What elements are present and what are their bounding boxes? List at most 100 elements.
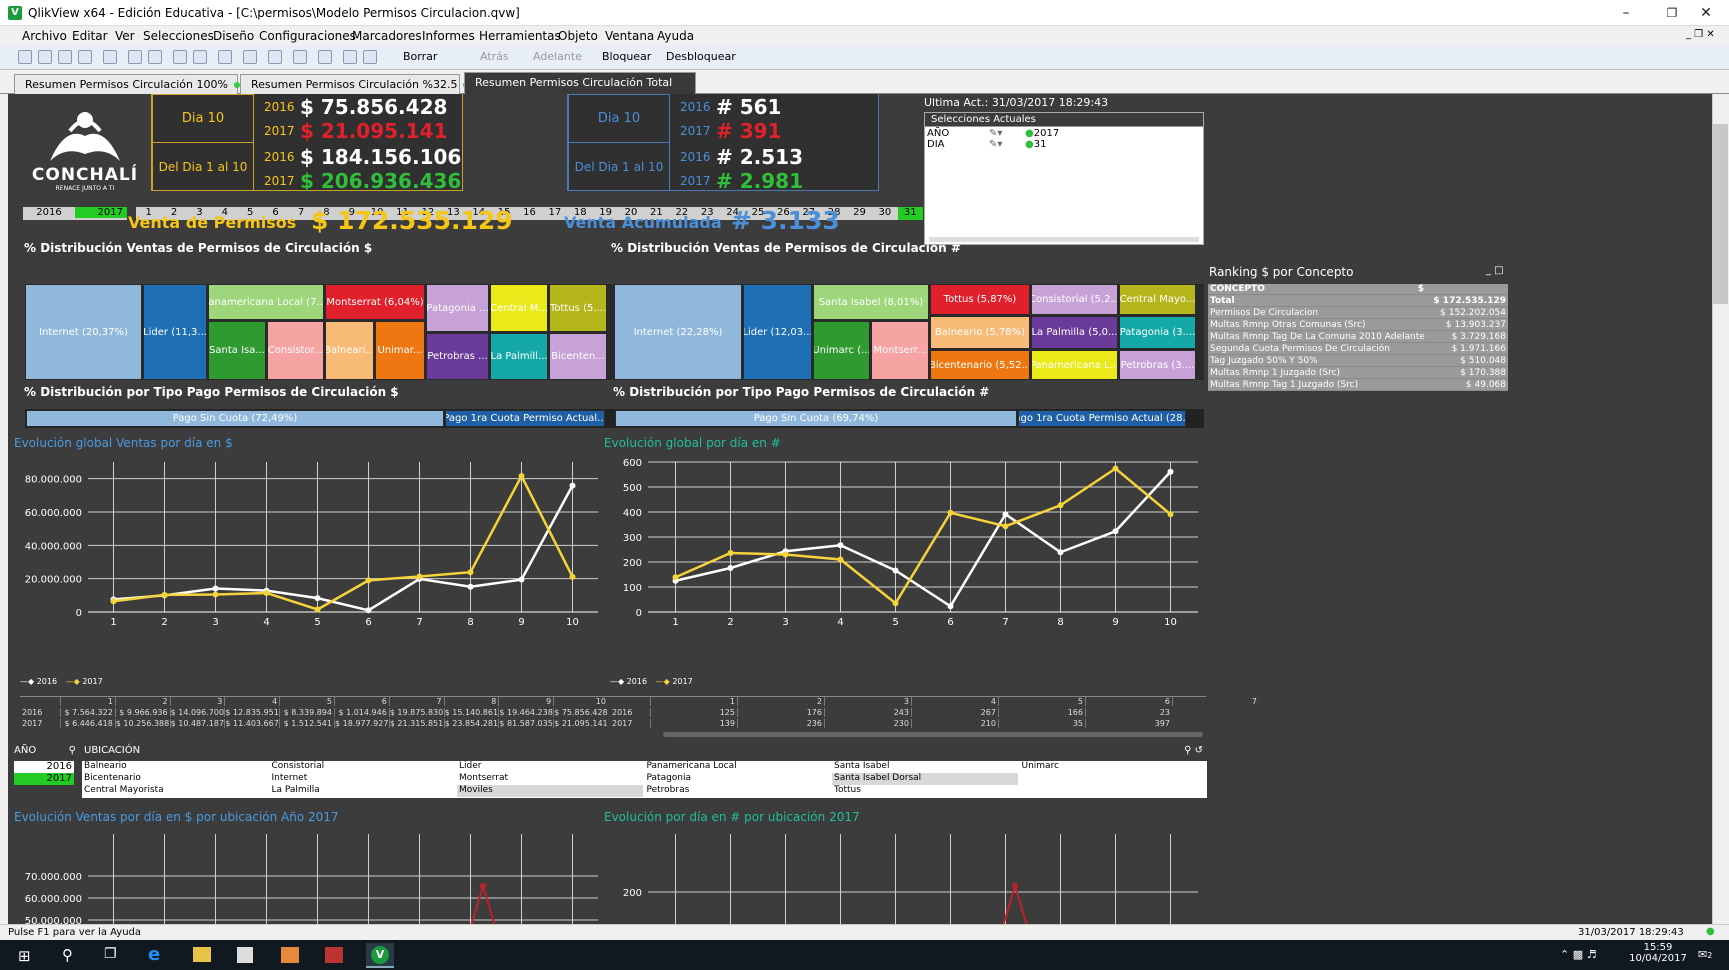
year-filter-2017[interactable]: 2017 xyxy=(75,207,127,218)
store-icon[interactable] xyxy=(237,947,253,963)
data-point[interactable] xyxy=(1112,465,1119,472)
year-filter-2016[interactable]: 2016 xyxy=(23,207,75,218)
treemap-cell[interactable]: Balneari... xyxy=(325,321,374,380)
menu-configuraciones[interactable]: Configuraciones xyxy=(259,29,356,43)
notification-center-icon[interactable]: ✉2 xyxy=(1698,948,1712,961)
treemap-cell[interactable]: Patagonia ... xyxy=(426,284,489,332)
search-icon[interactable]: ⚲ xyxy=(62,946,73,964)
treemap-cell[interactable]: Petrobras ... xyxy=(426,333,489,380)
ubicacion-item[interactable]: Central Mayorista xyxy=(82,785,268,797)
ubicacion-item[interactable]: Santa Isabel xyxy=(832,761,1018,773)
edge-browser-icon[interactable]: e xyxy=(148,944,160,965)
save-icon[interactable] xyxy=(78,50,92,64)
treemap-cell[interactable]: Santa Isabel (8,01%) xyxy=(813,284,929,320)
ubicacion-item[interactable]: Unimarc xyxy=(1020,761,1206,773)
data-point[interactable] xyxy=(727,550,734,556)
data-point[interactable] xyxy=(837,556,844,563)
data-point[interactable] xyxy=(837,542,844,549)
search-icon[interactable]: ⚲ xyxy=(69,745,76,756)
treemap-cell[interactable]: Montserr... xyxy=(871,321,929,380)
treemap-cell[interactable]: Internet (22,28%) xyxy=(614,284,742,380)
data-point[interactable] xyxy=(672,574,679,581)
windows-start-icon[interactable]: ⊞ xyxy=(18,947,31,965)
close-button[interactable]: ✕ xyxy=(1683,2,1729,24)
treemap-cell[interactable]: Panamericana Local (7.... xyxy=(208,284,324,320)
adelante-button[interactable]: Adelante xyxy=(533,50,582,63)
minimize-button[interactable]: – xyxy=(1603,2,1649,24)
menu-marcadores[interactable]: Marcadores xyxy=(352,29,422,43)
ubicacion-item[interactable]: Santa Isabel Dorsal xyxy=(832,773,1018,785)
outlook-icon[interactable] xyxy=(281,947,299,963)
table-scrollbar[interactable] xyxy=(663,732,1203,737)
context-help-icon[interactable] xyxy=(363,50,377,64)
qlikview-taskbar-button[interactable]: V xyxy=(366,943,394,968)
data-point[interactable] xyxy=(1057,549,1064,556)
ubicacion-item[interactable]: Lider xyxy=(457,761,643,773)
treemap-cell[interactable]: Tottus (5,87%) xyxy=(930,284,1030,315)
ubicacion-item[interactable]: Bicentenario xyxy=(82,773,268,785)
menu-objeto[interactable]: Objeto xyxy=(558,29,598,43)
treemap-cell[interactable]: Bicenten... xyxy=(549,333,607,380)
undo-icon[interactable] xyxy=(173,50,187,64)
menu-ventana[interactable]: Ventana xyxy=(605,29,654,43)
atras-button[interactable]: Atrás xyxy=(480,50,509,63)
search-icon[interactable]: ⚲ ↺ xyxy=(1184,745,1203,756)
open-icon[interactable] xyxy=(38,50,52,64)
desbloquear-button[interactable]: Desbloquear xyxy=(666,50,736,63)
data-point[interactable] xyxy=(727,565,734,571)
menu-herramientas[interactable]: Herramientas xyxy=(479,29,561,43)
ano-item-2017[interactable]: 2017 xyxy=(14,773,74,785)
menu-informes[interactable]: Informes xyxy=(422,29,475,43)
data-point[interactable] xyxy=(1012,883,1018,889)
data-point[interactable] xyxy=(1002,511,1009,518)
ubicacion-item[interactable]: Panamericana Local xyxy=(645,761,831,773)
print-icon[interactable] xyxy=(103,50,117,64)
selections-scrollbar[interactable] xyxy=(929,237,1199,242)
mdi-window-controls[interactable]: _ ❐ ✕ xyxy=(1686,29,1715,40)
data-point[interactable] xyxy=(892,567,899,574)
treemap-cell[interactable]: Consistorial (5,2... xyxy=(1031,284,1118,315)
pdf-reader-icon[interactable] xyxy=(325,947,343,963)
scroll-thumb[interactable] xyxy=(1713,124,1728,304)
treemap-cell[interactable]: Bicentenario (5,52... xyxy=(930,350,1030,380)
data-point[interactable] xyxy=(467,569,474,576)
ubicacion-item[interactable]: Moviles xyxy=(457,785,643,797)
cut-icon[interactable] xyxy=(128,50,142,64)
treemap-cell[interactable]: Balneario (5,78%) xyxy=(930,316,1030,349)
tab-resumen-325[interactable]: Resumen Permisos Circulación %32.5 xyxy=(240,74,470,94)
tab-resumen-100[interactable]: Resumen Permisos Circulación 100% xyxy=(14,74,240,94)
menu-editar[interactable]: Editar xyxy=(72,29,108,43)
check-icon[interactable] xyxy=(243,50,257,64)
ubicacion-item[interactable]: Internet xyxy=(270,773,456,785)
data-point[interactable] xyxy=(212,591,219,598)
clear-field-icon[interactable]: ✎▾ xyxy=(989,139,1025,150)
search-icon[interactable] xyxy=(218,50,232,64)
data-point[interactable] xyxy=(1167,511,1174,518)
treemap-cell[interactable]: Panamericana L... xyxy=(1031,350,1118,380)
data-point[interactable] xyxy=(1167,468,1174,475)
treemap-cell[interactable]: Santa Isa... xyxy=(208,321,266,380)
treemap-cell[interactable]: Unimarc (... xyxy=(813,321,870,380)
treemap-cell[interactable]: Unimar... xyxy=(375,321,425,380)
task-view-icon[interactable]: ❐ xyxy=(104,946,117,962)
menu-archivo[interactable]: Archivo xyxy=(22,29,67,43)
treemap-cell[interactable]: Lider (11,3... xyxy=(143,284,207,380)
treemap-cell[interactable]: Central Mayo... xyxy=(1119,284,1196,315)
data-point[interactable] xyxy=(518,576,525,583)
ubicacion-item[interactable]: Petrobras xyxy=(645,785,831,797)
day-filter-item[interactable]: 30 xyxy=(872,207,897,220)
data-point[interactable] xyxy=(1112,528,1119,535)
paytype-segment[interactable]: Pago 1ra Cuota Permiso Actual... xyxy=(445,410,605,427)
copy-icon[interactable] xyxy=(148,50,162,64)
day-filter-item[interactable]: 31 xyxy=(897,207,923,220)
menu-diseno[interactable]: Diseño xyxy=(213,29,254,43)
data-point[interactable] xyxy=(947,509,954,516)
data-point[interactable] xyxy=(314,606,321,613)
edit-icon[interactable] xyxy=(318,50,332,64)
borrar-button[interactable]: Borrar xyxy=(403,50,437,63)
menu-ver[interactable]: Ver xyxy=(115,29,135,43)
data-point[interactable] xyxy=(569,482,576,489)
data-point[interactable] xyxy=(782,551,789,558)
menu-ayuda[interactable]: Ayuda xyxy=(657,29,694,43)
treemap-cell[interactable]: Montserrat (6,04%) xyxy=(325,284,425,320)
